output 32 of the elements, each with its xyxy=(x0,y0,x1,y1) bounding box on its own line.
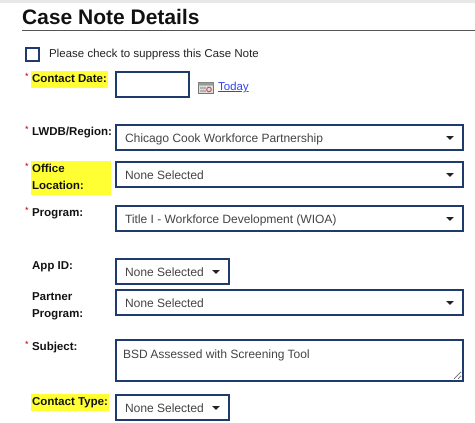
required-mark: * xyxy=(25,206,30,216)
caret-icon xyxy=(446,136,454,140)
subject-field[interactable]: BSD Assessed with Screening Tool xyxy=(115,339,464,382)
required-mark: * xyxy=(25,125,30,134)
page-heading: Case Note Details xyxy=(22,3,475,31)
date-field[interactable] xyxy=(115,71,190,98)
field-label: Program: xyxy=(31,206,84,222)
caret-icon xyxy=(446,172,454,177)
field-label: LWDB/Region: xyxy=(31,125,113,140)
calendar-icon[interactable] xyxy=(198,82,214,94)
field-label: Subject: xyxy=(31,340,78,356)
today-link[interactable]: Today xyxy=(218,79,249,96)
checkbox-label: Please check to suppress this Case Note xyxy=(49,47,259,62)
required-mark: * xyxy=(25,340,30,350)
dropdown[interactable]: None Selected xyxy=(115,258,230,286)
dropdown[interactable]: Chicago Cook Workforce Partnership xyxy=(115,124,464,152)
field-label: App ID: xyxy=(31,259,74,274)
required-mark: * xyxy=(25,162,30,172)
field-label: Contact Type: xyxy=(31,394,109,412)
checkbox[interactable] xyxy=(25,47,40,62)
field-label: Office Location: xyxy=(31,161,111,196)
dropdown[interactable]: Title I - Workforce Development (WIOA) xyxy=(115,205,464,232)
field-label: Contact Date: xyxy=(31,71,108,88)
caret-icon xyxy=(446,300,454,305)
caret-icon xyxy=(212,406,220,410)
field-label: Partner Program: xyxy=(31,290,84,322)
caret-icon xyxy=(446,216,454,221)
dropdown[interactable]: None Selected xyxy=(115,161,464,188)
required-mark: * xyxy=(25,72,30,82)
caret-icon xyxy=(212,270,220,274)
dropdown[interactable]: None Selected xyxy=(115,394,230,422)
dropdown[interactable]: None Selected xyxy=(115,289,464,316)
